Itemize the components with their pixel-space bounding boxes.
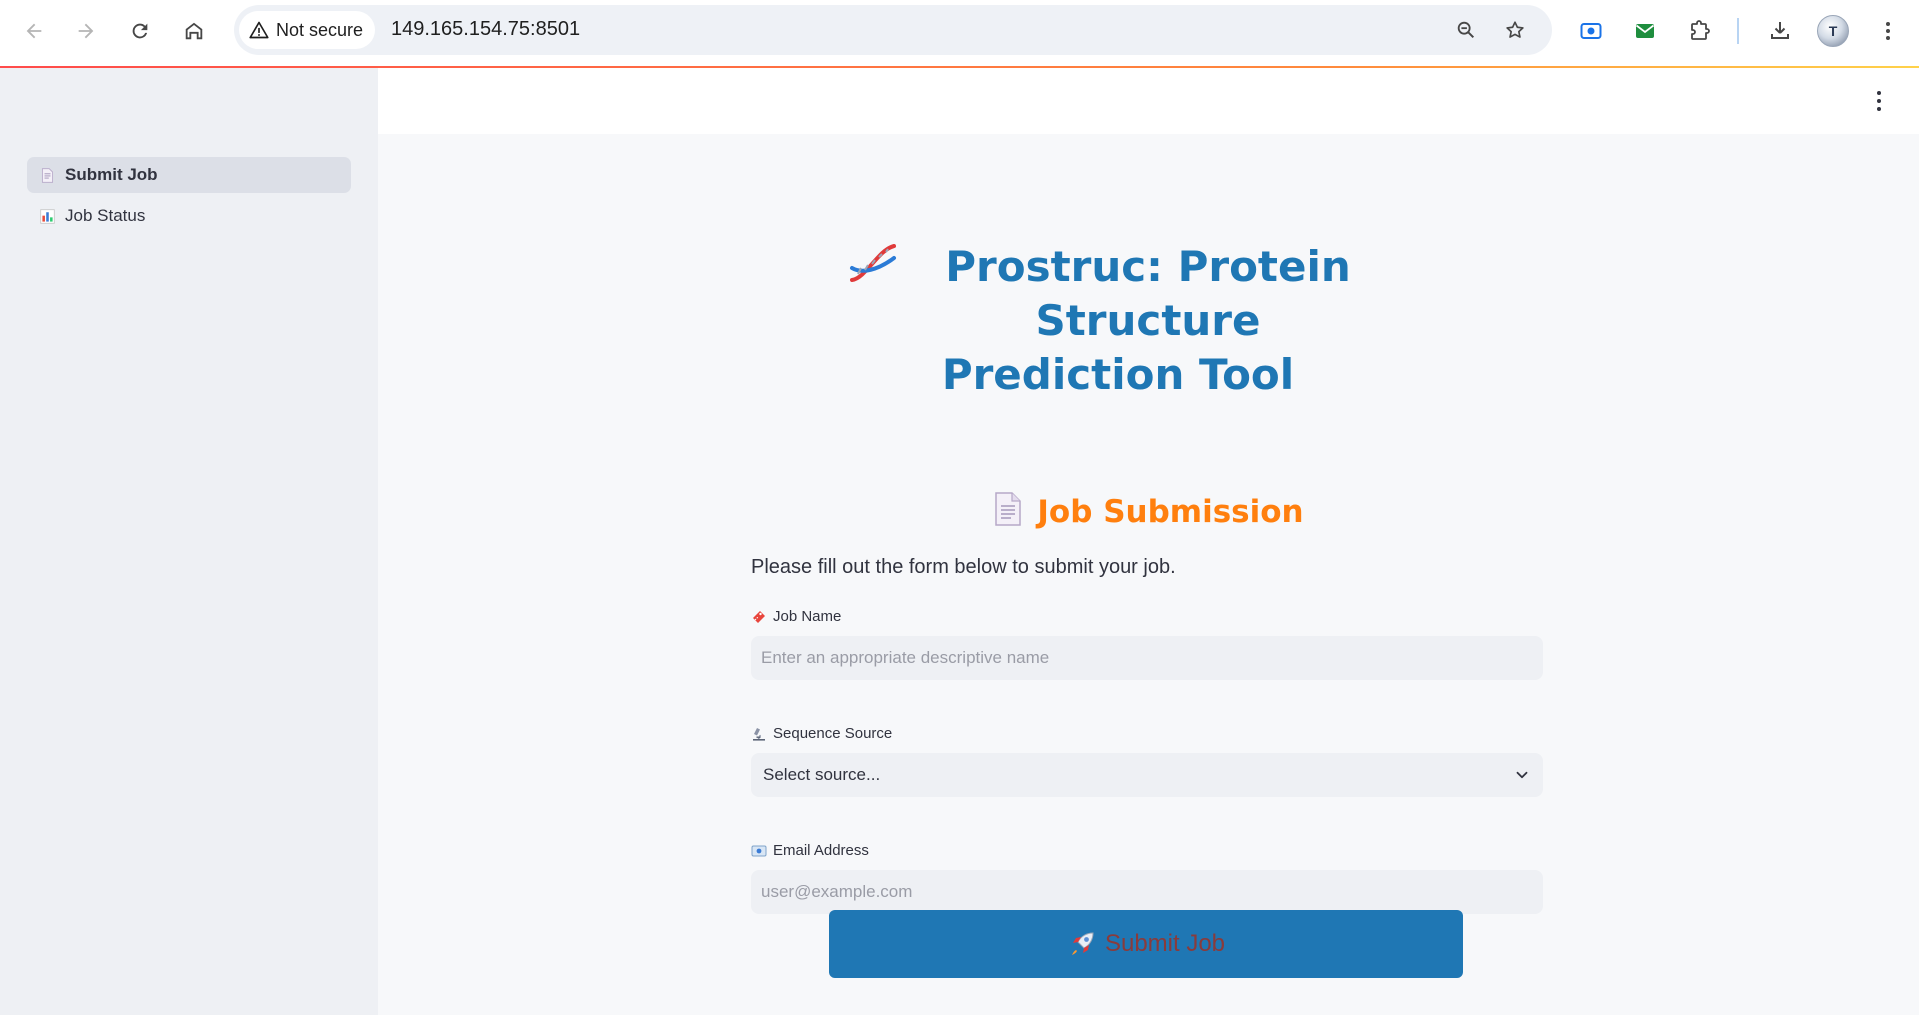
browser-toolbar: Not secure 149.165.154.75:8501 T [0,0,1919,67]
screencast-extension-icon [1580,23,1602,39]
section-title: Job Submission [1037,493,1304,530]
envelope-icon [751,845,767,856]
intro-text: Please fill out the form below to submit… [751,556,1176,578]
sequence-source-label-text: Sequence Source [773,725,893,742]
home-button[interactable] [175,12,213,50]
sequence-source-value: Select source... [763,765,881,784]
ticket-icon [753,610,765,623]
toolbar-separator [1737,18,1739,44]
address-bar[interactable]: Not secure 149.165.154.75:8501 [234,5,1552,55]
email-label-text: Email Address [773,842,869,859]
sequence-source-select[interactable]: Select source... [751,753,1543,797]
bookmark-button[interactable] [1501,16,1529,44]
warning-icon [249,21,269,39]
submit-button-label: Submit Job [1104,930,1226,957]
section-header: Job Submission [378,492,1919,531]
page-title-line1: Prostruc: Protein Structure [945,242,1351,345]
sidebar: Submit Job Job Status [0,68,378,1015]
job-name-label-text: Job Name [773,608,842,625]
security-chip[interactable]: Not secure [239,11,376,49]
sidebar-item-submit-job[interactable]: Submit Job [27,157,351,193]
download-icon [1771,22,1789,39]
job-name-label: Job Name [751,608,841,625]
email-label: Email Address [751,842,869,859]
screencast-extension-button[interactable] [1573,13,1609,49]
reload-icon [132,23,148,39]
submit-job-button[interactable]: Submit Job [829,910,1463,978]
page-title: Prostruc: Protein Structure Prediction T… [818,240,1418,402]
main-content: Prostruc: Protein Structure Prediction T… [378,68,1919,1015]
extensions-icon [1691,20,1710,40]
page-title-line2: Prediction Tool [941,350,1295,399]
zoom-icon [1457,21,1475,39]
extensions-button[interactable] [1682,13,1718,49]
rocket-icon [1071,932,1094,955]
app-menu-button[interactable] [1869,88,1889,114]
bar-chart-icon [39,208,56,225]
app-header [378,68,1919,134]
profile-avatar[interactable]: T [1817,15,1849,47]
mail-extension-icon [1635,24,1655,38]
sidebar-item-job-status[interactable]: Job Status [27,198,351,234]
sidebar-item-label: Submit Job [65,165,158,184]
reload-button[interactable] [121,12,159,50]
back-arrow-icon [26,23,42,39]
document-icon [39,167,56,184]
chevron-down-icon [1516,771,1528,779]
avatar-text: T [1828,23,1838,39]
mail-extension-button[interactable] [1627,13,1663,49]
sequence-source-label: Sequence Source [751,725,892,742]
email-input[interactable] [751,870,1543,914]
browser-menu-button[interactable] [1870,13,1906,49]
document-icon [993,492,1023,531]
job-name-input[interactable] [751,636,1543,680]
microscope-icon [753,727,765,741]
downloads-button[interactable] [1762,13,1798,49]
zoom-button[interactable] [1452,16,1480,44]
home-icon [185,22,203,40]
forward-arrow-icon [78,23,94,39]
sidebar-item-label: Job Status [65,206,146,225]
more-menu-icon [1886,22,1890,40]
url-text[interactable]: 149.165.154.75:8501 [391,18,580,41]
star-icon [1506,21,1524,38]
security-label: Not secure [276,19,364,40]
forward-button[interactable] [67,12,105,50]
back-button[interactable] [15,12,53,50]
